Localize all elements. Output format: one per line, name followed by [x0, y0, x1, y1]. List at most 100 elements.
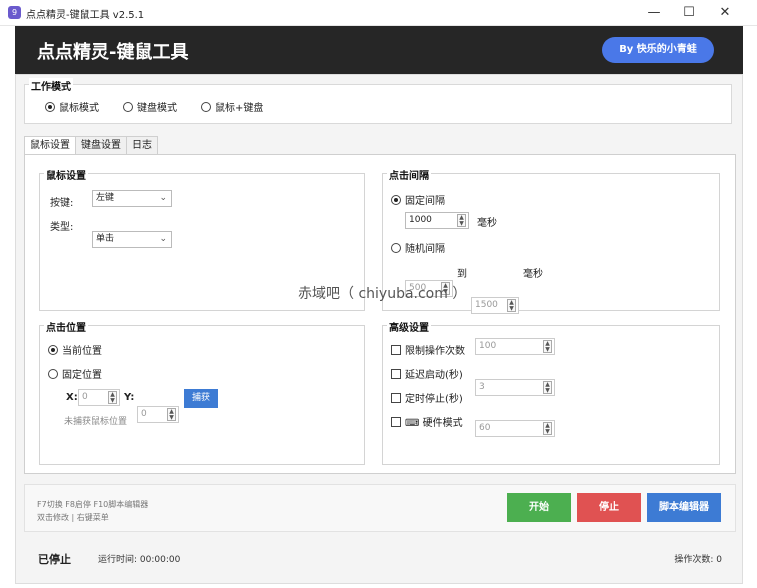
- script-editor-button[interactable]: 脚本编辑器: [647, 493, 721, 522]
- tab-strip: 鼠标设置 键盘设置 日志: [24, 136, 158, 154]
- work-mode-legend: 工作模式: [29, 78, 73, 93]
- y-label: Y:: [124, 392, 135, 403]
- fixed-interval-radio[interactable]: 固定间隔: [391, 192, 445, 207]
- current-position-radio[interactable]: 当前位置: [48, 342, 102, 357]
- radio-icon: [48, 369, 58, 379]
- spinner-arrows-icon[interactable]: ▲ ▼: [543, 381, 552, 394]
- random-to-value: 1500: [475, 300, 498, 310]
- capture-hint: 未捕获鼠标位置: [64, 417, 128, 427]
- fixed-interval-input[interactable]: 1000 ▲ ▼: [405, 212, 469, 229]
- limit-ops-label: 限制操作次数: [405, 346, 465, 357]
- mode-keyboard-radio[interactable]: 键盘模式: [123, 99, 177, 114]
- ops-count: 操作次数: 0: [674, 555, 722, 565]
- checkbox-icon: [391, 369, 401, 379]
- fixed-interval-label: 固定间隔: [405, 196, 445, 207]
- delay-start-input[interactable]: 3 ▲ ▼: [475, 379, 555, 396]
- limit-ops-input[interactable]: 100 ▲ ▼: [475, 338, 555, 355]
- hardware-mode-checkbox[interactable]: ⌨ 硬件模式: [391, 414, 463, 429]
- status-bar: 已停止 运行时间: 00:00:00 操作次数: 0: [24, 541, 736, 573]
- spinner-arrows-icon[interactable]: ▲ ▼: [543, 340, 552, 353]
- radio-icon: [391, 243, 401, 253]
- chevron-down-icon: ⌄: [159, 234, 167, 244]
- capture-button[interactable]: 捕获: [184, 389, 218, 408]
- window-title: 点点精灵-键鼠工具 v2.5.1: [26, 10, 145, 21]
- edit-hint: 双击修改 | 右键菜单: [37, 513, 109, 522]
- tab-mouse-settings[interactable]: 鼠标设置: [24, 136, 76, 154]
- random-to-label: 到: [457, 269, 467, 280]
- start-button[interactable]: 开始: [507, 493, 571, 522]
- random-interval-unit: 毫秒: [523, 269, 543, 280]
- radio-icon: [123, 102, 133, 112]
- timed-stop-checkbox[interactable]: 定时停止(秒): [391, 390, 463, 405]
- mode-both-label: 鼠标+键盘: [215, 103, 264, 114]
- run-state: 已停止: [38, 553, 71, 566]
- radio-icon: [45, 102, 55, 112]
- window-titlebar: 9 点点精灵-键鼠工具 v2.5.1 — ☐ ✕: [0, 0, 757, 26]
- runtime-text: 运行时间: 00:00:00: [98, 555, 181, 565]
- limit-ops-value: 100: [479, 341, 497, 351]
- fixed-interval-unit: 毫秒: [477, 218, 497, 229]
- radio-icon: [391, 195, 401, 205]
- fixed-position-label: 固定位置: [62, 370, 102, 381]
- delay-start-checkbox[interactable]: 延迟启动(秒): [391, 366, 463, 381]
- timed-stop-value: 60: [479, 423, 491, 433]
- type-select[interactable]: 单击 ⌄: [92, 231, 172, 248]
- mode-mouse-label: 鼠标模式: [59, 103, 99, 114]
- type-label: 类型:: [50, 222, 74, 233]
- fixed-interval-value: 1000: [409, 215, 432, 225]
- control-area: F7切换 F8启停 F10脚本编辑器 双击修改 | 右键菜单 开始 停止 脚本编…: [24, 484, 736, 532]
- checkbox-icon: [391, 345, 401, 355]
- author-badge[interactable]: By 快乐的小青蛙: [602, 37, 714, 63]
- button-select-value: 左键: [96, 193, 115, 203]
- fixed-position-radio[interactable]: 固定位置: [48, 366, 102, 381]
- delay-start-label: 延迟启动(秒): [405, 370, 463, 381]
- random-interval-radio[interactable]: 随机间隔: [391, 240, 445, 255]
- stop-button[interactable]: 停止: [577, 493, 641, 522]
- app-title: 点点精灵-键鼠工具: [37, 42, 189, 63]
- current-position-label: 当前位置: [62, 346, 102, 357]
- spinner-arrows-icon[interactable]: ▲ ▼: [457, 214, 466, 227]
- tab-keyboard-settings[interactable]: 键盘设置: [75, 136, 127, 154]
- click-position-group: 点击位置 当前位置 固定位置 X: 0 ▲ ▼ Y: 0 ▲ ▼ 捕获 未捕获鼠标位置: [39, 319, 365, 465]
- watermark-text: 赤域吧（ chiyuba.com ）: [298, 286, 467, 302]
- click-interval-legend: 点击间隔: [387, 167, 431, 182]
- spinner-arrows-icon[interactable]: ▲ ▼: [507, 299, 516, 312]
- random-to-input[interactable]: 1500 ▲ ▼: [471, 297, 519, 314]
- spinner-arrows-icon[interactable]: ▲ ▼: [108, 391, 117, 404]
- x-input[interactable]: 0 ▲ ▼: [78, 389, 120, 406]
- x-label: X:: [66, 392, 78, 403]
- checkbox-icon: [391, 417, 401, 427]
- button-select[interactable]: 左键 ⌄: [92, 190, 172, 207]
- mouse-settings-legend: 鼠标设置: [44, 167, 88, 182]
- delay-start-value: 3: [479, 382, 485, 392]
- minimize-button[interactable]: —: [640, 2, 668, 24]
- mode-mouse-radio[interactable]: 鼠标模式: [45, 99, 99, 114]
- timed-stop-input[interactable]: 60 ▲ ▼: [475, 420, 555, 437]
- work-mode-group: 工作模式 鼠标模式 键盘模式 鼠标+键盘: [24, 78, 732, 124]
- spinner-arrows-icon[interactable]: ▲ ▼: [167, 408, 176, 421]
- spinner-arrows-icon[interactable]: ▲ ▼: [543, 422, 552, 435]
- radio-icon: [201, 102, 211, 112]
- type-select-value: 单击: [96, 234, 115, 244]
- tab-panel: 鼠标设置 按键: 左键 ⌄ 类型: 单击 ⌄ 点击间隔 固定间隔 1000 ▲ ▼ 毫秒…: [24, 154, 736, 474]
- limit-ops-checkbox[interactable]: 限制操作次数: [391, 342, 465, 357]
- y-input[interactable]: 0 ▲ ▼: [137, 406, 179, 423]
- mode-both-radio[interactable]: 鼠标+键盘: [201, 99, 263, 114]
- y-value: 0: [141, 409, 147, 419]
- maximize-button[interactable]: ☐: [675, 2, 703, 24]
- hardware-mode-label: ⌨ 硬件模式: [405, 418, 463, 429]
- hotkey-hint: F7切换 F8启停 F10脚本编辑器: [37, 500, 149, 509]
- tab-log[interactable]: 日志: [126, 136, 158, 154]
- advanced-settings-legend: 高级设置: [387, 319, 431, 334]
- close-button[interactable]: ✕: [711, 2, 739, 24]
- mode-keyboard-label: 键盘模式: [137, 103, 177, 114]
- button-label: 按键:: [50, 198, 74, 209]
- click-position-legend: 点击位置: [44, 319, 88, 334]
- timed-stop-label: 定时停止(秒): [405, 394, 463, 405]
- app-header: 点点精灵-键鼠工具 By 快乐的小青蛙: [15, 26, 743, 74]
- x-value: 0: [82, 392, 88, 402]
- random-interval-label: 随机间隔: [405, 244, 445, 255]
- advanced-settings-group: 高级设置 限制操作次数 100 ▲ ▼ 延迟启动(秒) 3 ▲ ▼ 定时停止(秒) 60…: [382, 319, 720, 465]
- checkbox-icon: [391, 393, 401, 403]
- app-icon: 9: [8, 6, 21, 19]
